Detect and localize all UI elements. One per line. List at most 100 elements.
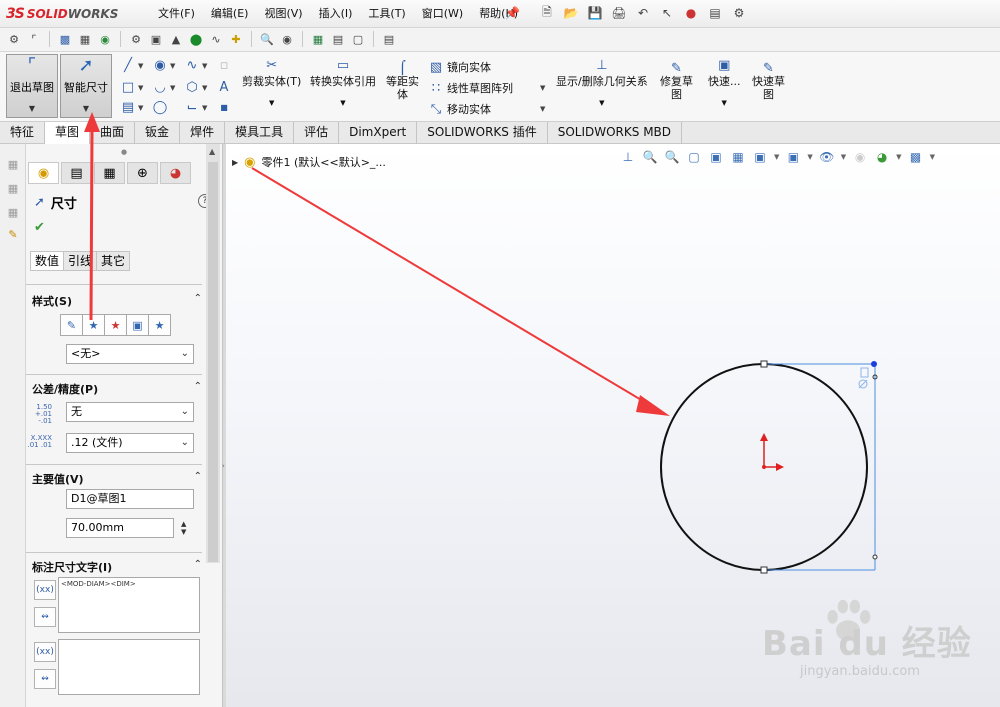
config-icon[interactable]: ▦ (5, 204, 21, 220)
printer-icon[interactable]: ▤ (330, 31, 346, 47)
mirror-entities-button[interactable]: ▧ 镜向实体 (428, 59, 491, 75)
section-view-icon[interactable]: ▣ (708, 149, 724, 165)
collapse-panel-icon[interactable]: › (222, 462, 225, 470)
dimxpert-tab-icon[interactable]: ⊕ (127, 162, 158, 184)
collapse-caret-icon[interactable]: ⌃ (194, 293, 202, 304)
chevron-down-icon[interactable]: ▼ (774, 153, 779, 161)
style-select[interactable]: <无> ⌄ (66, 344, 194, 364)
arc-icon[interactable]: ◡ (152, 80, 168, 96)
spline-icon[interactable]: ∿ (184, 58, 200, 74)
value-spinner[interactable]: ▲ ▼ (181, 520, 186, 536)
settings-icon[interactable]: ⚙ (128, 31, 144, 47)
inspection-dimension-button-2[interactable]: ↭ (34, 669, 56, 689)
collapse-caret-icon[interactable]: ⌃ (194, 381, 202, 392)
chevron-down-icon[interactable]: ▼ (138, 104, 143, 112)
chevron-down-icon[interactable]: ▼ (269, 99, 274, 107)
tab-surfaces[interactable]: 曲面 (90, 122, 136, 144)
exit-sketch-button[interactable]: ⌜ 退出草图 ▼ (6, 54, 58, 118)
undo-icon[interactable]: ↶ (634, 4, 652, 22)
rapid-sketch-button[interactable]: ✎ 快速草 图 (752, 62, 785, 101)
fillet-icon[interactable]: ⌙ (184, 100, 200, 116)
precision-select[interactable]: .12 (文件) ⌄ (66, 433, 194, 453)
tab-dimxpert[interactable]: DimXpert (339, 122, 418, 144)
property-icon[interactable]: ▦ (5, 180, 21, 196)
options-gear-icon[interactable]: ⚙ (730, 4, 748, 22)
chevron-down-icon[interactable]: ▼ (841, 153, 846, 161)
scroll-up-icon[interactable]: ▲ (209, 147, 215, 156)
appearance-icon[interactable]: ◉ (852, 149, 868, 165)
menu-window[interactable]: 窗口(W) (414, 6, 471, 22)
property-manager-tab-icon[interactable]: ▤ (61, 162, 92, 184)
dimension-text-upper[interactable]: <MOD-DIAM><DIM> (58, 577, 200, 633)
panel-grip-icon[interactable]: ● (121, 148, 127, 156)
rectangle-icon[interactable]: □ (120, 80, 136, 96)
feature-icon[interactable]: ▦ (5, 156, 21, 172)
chevron-down-icon[interactable]: ▼ (896, 153, 901, 161)
chevron-down-icon[interactable]: ▼ (599, 99, 604, 107)
menu-edit[interactable]: 编辑(E) (203, 6, 257, 22)
hat-icon[interactable]: ▲ (168, 31, 184, 47)
cube-icon[interactable]: ▣ (148, 31, 164, 47)
chevron-down-icon[interactable]: ▼ (138, 84, 143, 92)
save-style-icon[interactable]: ▣ (126, 314, 149, 336)
property-manager-scrollbar[interactable]: ▲ (206, 144, 220, 563)
chevron-down-icon[interactable]: ▼ (170, 84, 175, 92)
slot-icon[interactable]: ▤ (120, 100, 136, 116)
subtab-value[interactable]: 数值 (30, 251, 65, 271)
chevron-down-icon[interactable]: ▼ (138, 62, 143, 70)
add-style-icon[interactable]: ★ (82, 314, 105, 336)
dimension-tool-icon[interactable]: ✎ (5, 226, 21, 242)
plus-icon[interactable]: ✚ (228, 31, 244, 47)
rebuild-traffic-light-icon[interactable]: ● (682, 4, 700, 22)
load-style-icon[interactable]: ★ (148, 314, 171, 336)
tolerance-header[interactable]: 公差/精度(P) (32, 381, 98, 397)
menu-insert[interactable]: 插入(I) (311, 6, 361, 22)
convert-entities-button[interactable]: ▭ 转换实体引用 ▼ (310, 58, 376, 107)
select-cursor-icon[interactable]: ↖ (658, 4, 676, 22)
circle-icon[interactable]: ◉ (152, 58, 168, 74)
chevron-down-icon[interactable]: ▼ (930, 153, 935, 161)
hide-show-icon[interactable]: 👁 (819, 149, 835, 165)
chevron-down-icon[interactable]: ▼ (807, 153, 812, 161)
expand-caret-icon[interactable]: ▶ (232, 158, 238, 167)
chevron-down-icon[interactable]: ▼ (7, 102, 57, 115)
tab-mbd[interactable]: SOLIDWORKS MBD (548, 122, 683, 144)
excel-icon[interactable]: ▦ (310, 31, 326, 47)
scene-icon[interactable]: ◕ (874, 149, 890, 165)
feature-manager-tab-icon[interactable]: ◉ (28, 162, 59, 184)
new-document-icon[interactable]: 🗎 (538, 4, 556, 22)
tab-weldments[interactable]: 焊件 (180, 122, 226, 144)
zoom-area-icon[interactable]: 🔍 (664, 149, 680, 165)
delete-style-icon[interactable]: ★ (104, 314, 127, 336)
point-small-icon[interactable]: ■ (216, 100, 232, 116)
zoom-to-fit-icon[interactable]: ⊥ (620, 149, 636, 165)
assembly-icon[interactable]: ▦ (77, 31, 93, 47)
chevron-down-icon[interactable]: ▼ (722, 99, 727, 107)
solidworks-logo[interactable]: 3S SOLIDWORKS (6, 5, 118, 23)
open-folder-icon[interactable]: 📂 (562, 4, 580, 22)
chevron-down-icon[interactable]: ▼ (202, 84, 207, 92)
menu-tools[interactable]: 工具(T) (360, 6, 413, 22)
polygon-icon[interactable]: ⬡ (184, 80, 200, 96)
ok-check-icon[interactable]: ✔ (34, 220, 45, 235)
style-header[interactable]: 样式(S) (32, 293, 72, 309)
view-orientation-icon[interactable]: ▣ (752, 149, 768, 165)
shield-icon[interactable]: ⬤ (188, 31, 204, 47)
previous-view-icon[interactable]: ▢ (686, 149, 702, 165)
dimension-name-input[interactable]: D1@草图1 (66, 489, 194, 509)
chevron-down-icon[interactable]: ▼ (540, 84, 545, 92)
tab-evaluate[interactable]: 评估 (294, 122, 340, 144)
display-style-icon[interactable]: ▣ (785, 149, 801, 165)
move-entities-button[interactable]: ⤡ 移动实体 (428, 101, 491, 117)
configuration-manager-tab-icon[interactable]: ▦ (94, 162, 125, 184)
search-icon[interactable]: 🔍 (259, 31, 275, 47)
point-icon[interactable]: ◯ (152, 100, 168, 116)
layer-icon[interactable]: ⌜ (26, 31, 42, 47)
dimension-text-header[interactable]: 标注尺寸文字(I) (32, 559, 112, 575)
print-icon[interactable]: 🖨 (610, 4, 628, 22)
chevron-down-icon[interactable]: ▼ (170, 62, 175, 70)
chevron-down-icon[interactable]: ▼ (61, 102, 111, 115)
trim-entities-button[interactable]: ✂ 剪裁实体(T) ▼ (242, 58, 301, 107)
view-settings-monitor-icon[interactable]: ▩ (908, 149, 924, 165)
quick-snap-button[interactable]: ▣ 快速... ▼ (708, 58, 741, 107)
